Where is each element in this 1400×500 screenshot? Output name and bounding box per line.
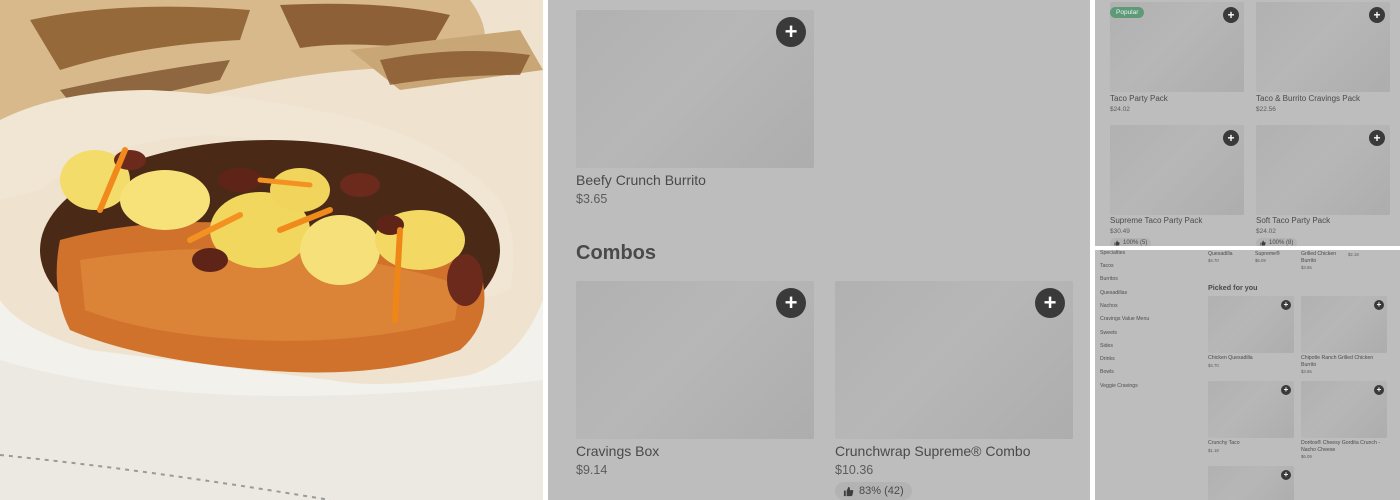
item-name[interactable]: Crunchy Taco — [1208, 440, 1294, 447]
thumbs-up-icon — [1114, 240, 1120, 246]
item-price: $1.18 — [1208, 448, 1219, 453]
item-name[interactable]: Grilled Chicken Burrito — [1301, 251, 1345, 264]
plus-icon: + — [1043, 290, 1057, 315]
thumbs-up-icon — [1260, 240, 1266, 246]
plus-icon: + — [784, 19, 798, 44]
item-name[interactable]: Chipotle Ranch Grilled Chicken Burrito — [1301, 355, 1387, 368]
item-price: $4.70 — [1208, 258, 1219, 263]
item-price: $3.65 — [1301, 369, 1312, 374]
category-item-drinks[interactable]: Drinks — [1100, 356, 1115, 362]
section-title: Combos — [576, 242, 656, 264]
category-item-sweets[interactable]: Sweets — [1100, 330, 1117, 336]
add-item-button[interactable]: + — [1369, 7, 1385, 23]
item-price: $24.02 — [1256, 228, 1276, 235]
category-item-cravings-value-menu[interactable]: Cravings Value Menu — [1100, 316, 1149, 322]
item-price: $3.65 — [576, 192, 608, 206]
category-item-sides[interactable]: Sides — [1100, 343, 1113, 349]
plus-icon: + — [1373, 8, 1381, 22]
plus-icon: + — [1283, 470, 1289, 479]
item-name[interactable]: Taco Party Pack — [1110, 94, 1168, 103]
plus-icon: + — [1376, 300, 1382, 309]
add-item-button[interactable]: + — [1281, 470, 1291, 480]
category-item-tacos[interactable]: Tacos — [1100, 263, 1114, 269]
rating-badge: 100% (5) — [1110, 238, 1152, 246]
plus-icon: + — [1227, 131, 1235, 145]
rating-text: 100% (8) — [1269, 240, 1294, 246]
menu-panel-combos: + Beefy Crunch Burrito $3.65 Combos + Cr… — [548, 0, 1090, 500]
add-item-button[interactable]: + — [776, 288, 806, 318]
category-item-burritos[interactable]: Burritos — [1100, 276, 1118, 282]
plus-icon: + — [1373, 131, 1381, 145]
item-price: $22.56 — [1256, 106, 1276, 113]
item-price: $6.09 — [1255, 258, 1266, 263]
add-item-button[interactable]: + — [1281, 300, 1291, 310]
add-item-button[interactable]: + — [776, 17, 806, 47]
item-name[interactable]: Soft Taco Party Pack — [1256, 216, 1330, 225]
rating-badge: 100% (8) — [1256, 238, 1298, 246]
item-name[interactable]: Beefy Crunch Burrito — [576, 172, 706, 188]
menu-panel-party-packs: Popular + Taco Party Pack $24.02 + Taco … — [1095, 0, 1400, 246]
add-item-button[interactable]: + — [1374, 300, 1384, 310]
item-price: $3.65 — [1301, 265, 1312, 270]
breakfast-crunchwrap-image — [0, 0, 543, 500]
rating-text: 83% (42) — [859, 485, 904, 497]
item-name[interactable]: Crunchwrap Supreme® Combo — [835, 443, 1031, 459]
item-price: $9.14 — [576, 463, 608, 477]
item-price: $2.18 — [1348, 252, 1359, 257]
add-item-button[interactable]: + — [1223, 130, 1239, 146]
item-name[interactable]: Taco & Burrito Cravings Pack — [1256, 94, 1360, 103]
item-price: $24.02 — [1110, 106, 1130, 113]
category-item-bowls[interactable]: Bowls — [1100, 369, 1114, 375]
rating-text: 100% (5) — [1123, 240, 1148, 246]
add-item-button[interactable]: + — [1374, 385, 1384, 395]
hero-food-photo — [0, 0, 543, 500]
add-item-button[interactable]: + — [1369, 130, 1385, 146]
item-name[interactable]: Quesadilla — [1208, 251, 1252, 258]
plus-icon: + — [1283, 300, 1289, 309]
menu-panel-picked-for-you: Specialties Tacos Burritos Quesadillas N… — [1095, 250, 1400, 500]
category-item-quesadillas[interactable]: Quesadillas — [1100, 290, 1127, 296]
item-price: $4.70 — [1208, 363, 1219, 368]
item-price: $30.49 — [1110, 228, 1130, 235]
item-name[interactable]: Supreme® — [1255, 251, 1299, 258]
item-name[interactable]: Doritos® Cheesy Gordita Crunch - Nacho C… — [1301, 440, 1387, 453]
category-item-specialties[interactable]: Specialties — [1100, 250, 1125, 256]
rating-badge: 83% (42) — [835, 482, 912, 500]
item-price: $6.09 — [1301, 454, 1312, 459]
item-price: $10.36 — [835, 463, 874, 477]
item-name[interactable]: Cravings Box — [576, 443, 659, 459]
category-item-nachos[interactable]: Nachos — [1100, 303, 1118, 309]
plus-icon: + — [1376, 385, 1382, 394]
item-name[interactable]: Supreme Taco Party Pack — [1110, 216, 1202, 225]
popular-badge: Popular — [1110, 7, 1145, 18]
add-item-button[interactable]: + — [1281, 385, 1291, 395]
section-title: Picked for you — [1208, 283, 1258, 292]
plus-icon: + — [784, 290, 798, 315]
thumbs-up-icon — [843, 486, 854, 496]
plus-icon: + — [1227, 8, 1235, 22]
category-item-veggie-cravings[interactable]: Veggie Cravings — [1100, 383, 1138, 389]
plus-icon: + — [1283, 385, 1289, 394]
add-item-button[interactable]: + — [1035, 288, 1065, 318]
add-item-button[interactable]: + — [1223, 7, 1239, 23]
item-name[interactable]: Chicken Quesadilla — [1208, 355, 1294, 362]
